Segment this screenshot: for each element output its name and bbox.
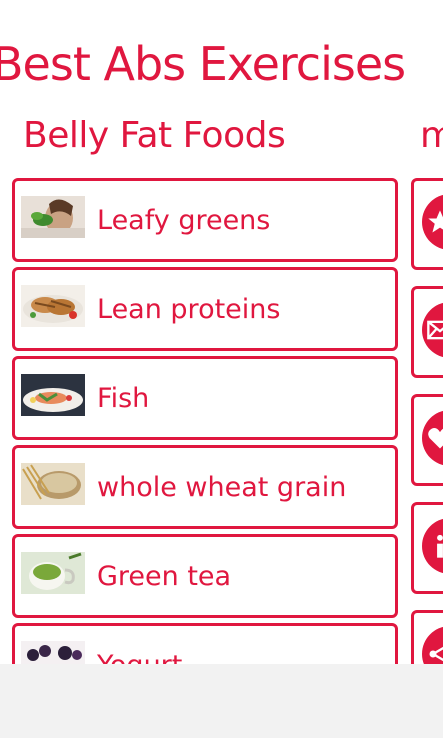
list-item-fish[interactable]: Fish [12,356,398,440]
star-icon [422,194,443,250]
list-item-label: Yogurt [97,646,182,664]
mail-icon [422,302,443,358]
rate-card[interactable] [411,178,443,270]
list-item-leafy-greens[interactable]: Leafy greens [12,178,398,262]
list-item-lean-proteins[interactable]: Lean proteins [12,267,398,351]
list-item-label: whole wheat grain [97,472,347,503]
list-item-whole-wheat-grain[interactable]: whole wheat grain [12,445,398,529]
green-tea-cup-photo [21,552,85,594]
fish-plate-photo [21,374,85,416]
list-item-label: Fish [97,383,150,414]
mail-card[interactable] [411,286,443,378]
heart-icon [422,410,443,466]
grilled-chicken-photo [21,285,85,327]
next-section-title[interactable]: m [420,112,443,160]
section-title: Belly Fat Foods [23,115,286,156]
list-item-label: Green tea [97,561,232,592]
info-icon [422,518,443,574]
info-card[interactable] [411,502,443,594]
woman-eating-greens-photo [21,196,85,238]
list-item-label: Lean proteins [97,294,281,325]
grain-bowl-photo [21,463,85,505]
favorite-card[interactable] [411,394,443,486]
list-item-label: Leafy greens [97,205,271,236]
food-list: Leafy greens Lean proteins Fish whole wh… [12,178,398,664]
list-item-green-tea[interactable]: Green tea [12,534,398,618]
app-title: Best Abs Exercises [0,37,406,91]
list-item-yogurt[interactable]: Yogurt [12,623,398,664]
yogurt-berries-photo [21,641,85,664]
app-bar [0,664,443,738]
